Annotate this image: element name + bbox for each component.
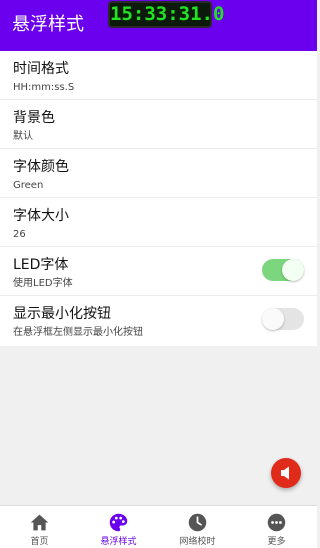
app-bar: 悬浮样式 15:33:31.0 — [0, 0, 317, 51]
settings-list: 时间格式 HH:mm:ss.S 背景色 默认 字体颜色 Green 字体大小 2… — [0, 51, 317, 346]
setting-value: 默认 — [13, 131, 33, 142]
setting-value: Green — [13, 180, 44, 191]
nav-network-time[interactable]: 网络校时 — [158, 506, 237, 548]
clock-icon — [188, 513, 207, 532]
more-icon — [267, 513, 286, 532]
setting-font-color[interactable]: 字体颜色 Green — [0, 149, 317, 198]
setting-background-color[interactable]: 背景色 默认 — [0, 100, 317, 149]
setting-font-size[interactable]: 字体大小 26 — [0, 198, 317, 247]
setting-description: 在悬浮框左侧显示最小化按钮 — [13, 327, 143, 338]
setting-title: 时间格式 — [13, 61, 69, 77]
setting-title: 字体大小 — [13, 208, 69, 224]
bottom-navigation: 首页 悬浮样式 网络校时 更多 — [0, 505, 317, 548]
setting-title: 字体颜色 — [13, 159, 69, 175]
floating-clock[interactable]: 15:33:31.0 — [108, 1, 224, 28]
setting-show-minimize[interactable]: 显示最小化按钮 在悬浮框左侧显示最小化按钮 — [0, 296, 317, 345]
setting-title: LED字体 — [13, 257, 69, 273]
setting-title: 背景色 — [13, 110, 55, 126]
nav-label: 悬浮样式 — [100, 537, 137, 547]
toggle-knob — [262, 308, 284, 330]
setting-led-font[interactable]: LED字体 使用LED字体 — [0, 247, 317, 296]
led-font-toggle[interactable] — [262, 259, 304, 281]
page-title: 悬浮样式 — [12, 14, 84, 35]
volume-fab-button[interactable] — [271, 458, 301, 488]
nav-home[interactable]: 首页 — [0, 506, 79, 548]
nav-label: 首页 — [30, 537, 49, 547]
setting-description: 使用LED字体 — [13, 278, 73, 289]
nav-more[interactable]: 更多 — [237, 506, 316, 548]
nav-label: 网络校时 — [179, 537, 216, 547]
nav-float-style[interactable]: 悬浮样式 — [79, 506, 158, 548]
setting-title: 显示最小化按钮 — [13, 306, 111, 322]
volume-icon — [281, 466, 289, 480]
setting-value: HH:mm:ss.S — [13, 82, 75, 93]
palette-icon — [109, 513, 128, 532]
home-icon — [30, 514, 49, 531]
nav-label: 更多 — [267, 537, 286, 547]
minimize-button-toggle[interactable] — [262, 308, 304, 330]
setting-time-format[interactable]: 时间格式 HH:mm:ss.S — [0, 51, 317, 100]
toggle-knob — [282, 259, 304, 281]
setting-value: 26 — [13, 229, 26, 240]
